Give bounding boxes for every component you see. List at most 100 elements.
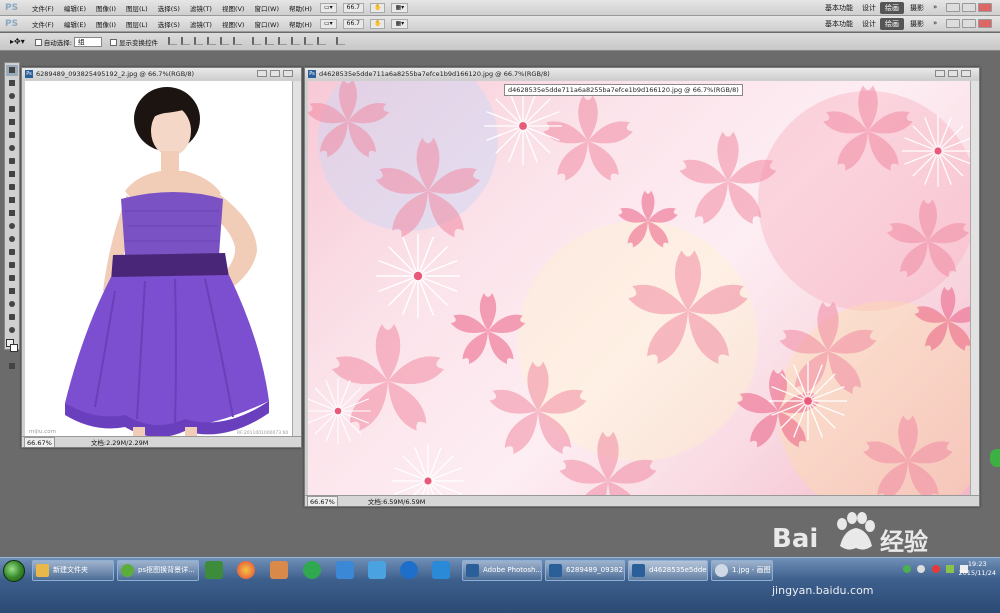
canvas-girl[interactable]: mijiu.com RF:2011001000073 60 xyxy=(25,81,295,443)
distribute-vcenter-icon[interactable] xyxy=(265,36,275,45)
menu-layer[interactable]: 图层(L) xyxy=(121,19,153,29)
network-icon[interactable] xyxy=(945,565,954,573)
pinned-app-4-icon[interactable] xyxy=(303,561,321,579)
start-button[interactable] xyxy=(3,560,25,582)
crop-tool-icon[interactable] xyxy=(6,117,18,128)
menu-view[interactable]: 视图(V) xyxy=(217,19,250,29)
close-button[interactable] xyxy=(978,3,992,12)
taskbar-item-doc2[interactable]: d4628535e5dde... xyxy=(628,560,708,581)
distribute-hcenter-icon[interactable] xyxy=(304,36,314,45)
tray-icon[interactable] xyxy=(903,565,912,573)
menu-layer[interactable]: 图层(L) xyxy=(121,3,153,13)
pinned-app-1-icon[interactable] xyxy=(205,561,223,579)
pen-tool-icon[interactable] xyxy=(6,247,18,258)
path-select-tool-icon[interactable] xyxy=(6,273,18,284)
menu-select[interactable]: 选择(S) xyxy=(153,3,185,13)
color-swatches[interactable] xyxy=(5,339,19,359)
menu-window[interactable]: 窗口(W) xyxy=(249,3,284,13)
workspace-more[interactable]: » xyxy=(928,18,942,28)
type-tool-icon[interactable] xyxy=(6,260,18,271)
tray-icon[interactable] xyxy=(917,565,926,573)
3d-rotate-tool-icon[interactable] xyxy=(6,299,18,310)
align-hcenter-icon[interactable] xyxy=(219,36,229,45)
tray-icon[interactable] xyxy=(931,565,940,573)
workspace-basic[interactable]: 基本功能 xyxy=(820,18,858,30)
taskbar-item-browser[interactable]: ps抠图换背景详... xyxy=(117,560,199,581)
workspace-painting[interactable]: 绘画 xyxy=(880,2,904,14)
workspace-more[interactable]: » xyxy=(928,2,942,12)
minimize-button[interactable] xyxy=(946,19,960,28)
doc-close-button[interactable] xyxy=(961,70,971,77)
pinned-app-8-icon[interactable] xyxy=(432,561,450,579)
menu-file[interactable]: 文件(F) xyxy=(27,19,59,29)
canvas-flowers[interactable]: d4628535e5dde711a6a8255ba7efce1b9d166120… xyxy=(308,81,973,497)
document-window-girl[interactable]: Ps 6289489_093825495192_2.jpg @ 66.7%(RG… xyxy=(21,67,302,448)
pinned-app-6-icon[interactable] xyxy=(368,561,386,579)
workspace-design[interactable]: 设计 xyxy=(857,18,881,30)
doc-minimize-button[interactable] xyxy=(257,70,267,77)
workspace-painting[interactable]: 绘画 xyxy=(880,18,904,30)
clock[interactable]: 19:23 2015/11/24 xyxy=(959,560,996,578)
eyedropper-tool-icon[interactable] xyxy=(6,130,18,141)
quick-select-tool-icon[interactable] xyxy=(6,104,18,115)
vertical-scrollbar[interactable] xyxy=(292,81,301,436)
vertical-scrollbar[interactable] xyxy=(970,81,979,495)
pinned-app-5-icon[interactable] xyxy=(336,561,354,579)
show-transform-checkbox[interactable] xyxy=(109,39,117,46)
auto-select-toggle[interactable]: 自动选择: xyxy=(34,37,72,47)
taskbar-item-photoshop[interactable]: Adobe Photosh... xyxy=(462,560,542,581)
menu-edit[interactable]: 编辑(E) xyxy=(59,19,91,29)
distribute-top-icon[interactable] xyxy=(252,36,262,45)
chrome-icon[interactable] xyxy=(237,561,255,579)
auto-align-icon[interactable] xyxy=(336,36,346,45)
hand-tool-button[interactable]: ✋ xyxy=(370,18,386,29)
align-right-icon[interactable] xyxy=(232,36,242,45)
eraser-tool-icon[interactable] xyxy=(6,195,18,206)
side-badge-icon[interactable] xyxy=(990,449,1000,467)
menu-select[interactable]: 选择(S) xyxy=(153,19,185,29)
history-brush-tool-icon[interactable] xyxy=(6,182,18,193)
clone-stamp-tool-icon[interactable] xyxy=(6,169,18,180)
menu-help[interactable]: 帮助(H) xyxy=(284,19,317,29)
workspace-photo[interactable]: 摄影 xyxy=(905,18,929,30)
zoom-level-select[interactable]: 66.7 xyxy=(342,2,364,13)
zoom-tool-icon[interactable] xyxy=(6,325,18,336)
menu-help[interactable]: 帮助(H) xyxy=(284,3,317,13)
dodge-tool-icon[interactable] xyxy=(6,234,18,245)
menu-filter[interactable]: 滤镜(T) xyxy=(185,19,217,29)
align-bottom-icon[interactable] xyxy=(193,36,203,45)
marquee-tool-icon[interactable] xyxy=(6,78,18,89)
move-tool-icon[interactable] xyxy=(6,65,18,76)
auto-select-dropdown[interactable]: 组 xyxy=(73,36,102,47)
align-top-icon[interactable] xyxy=(167,36,177,45)
move-tool-icon[interactable]: ▸✥▾ xyxy=(10,37,25,46)
workspace-basic[interactable]: 基本功能 xyxy=(820,2,858,14)
close-button[interactable] xyxy=(978,19,992,28)
show-transform-toggle[interactable]: 显示变换控件 xyxy=(109,37,158,47)
blur-tool-icon[interactable] xyxy=(6,221,18,232)
document-tab-flowers[interactable]: Ps d4628535e5dde711a6a8255ba7efce1b9d166… xyxy=(305,68,979,80)
align-vcenter-icon[interactable] xyxy=(180,36,190,45)
menu-image[interactable]: 图像(I) xyxy=(91,3,121,13)
arrange-docs-button[interactable]: ▦▾ xyxy=(391,2,409,13)
distribute-left-icon[interactable] xyxy=(291,36,301,45)
taskbar-item-paint[interactable]: 1.jpg - 画图 xyxy=(711,560,773,581)
maximize-button[interactable] xyxy=(962,19,976,28)
zoom-level-select[interactable]: 66.7 xyxy=(342,18,364,29)
lasso-tool-icon[interactable] xyxy=(6,91,18,102)
distribute-bottom-icon[interactable] xyxy=(278,36,288,45)
zoom-percent[interactable]: 66.67% xyxy=(307,496,338,506)
screen-mode-button[interactable]: ▭▾ xyxy=(319,18,337,29)
hand-tool-button[interactable]: ✋ xyxy=(370,2,386,13)
pinned-app-3-icon[interactable] xyxy=(270,561,288,579)
brush-tool-icon[interactable] xyxy=(6,156,18,167)
taskbar-item-folder[interactable]: 新建文件夹 xyxy=(32,560,114,581)
menu-window[interactable]: 窗口(W) xyxy=(249,19,284,29)
distribute-right-icon[interactable] xyxy=(317,36,327,45)
menu-edit[interactable]: 编辑(E) xyxy=(59,3,91,13)
taskbar-item-doc1[interactable]: 6289489_09382... xyxy=(545,560,625,581)
document-window-flowers[interactable]: Ps d4628535e5dde711a6a8255ba7efce1b9d166… xyxy=(304,67,980,507)
menu-view[interactable]: 视图(V) xyxy=(217,3,250,13)
menu-file[interactable]: 文件(F) xyxy=(27,3,59,13)
zoom-percent[interactable]: 66.67% xyxy=(24,437,55,447)
